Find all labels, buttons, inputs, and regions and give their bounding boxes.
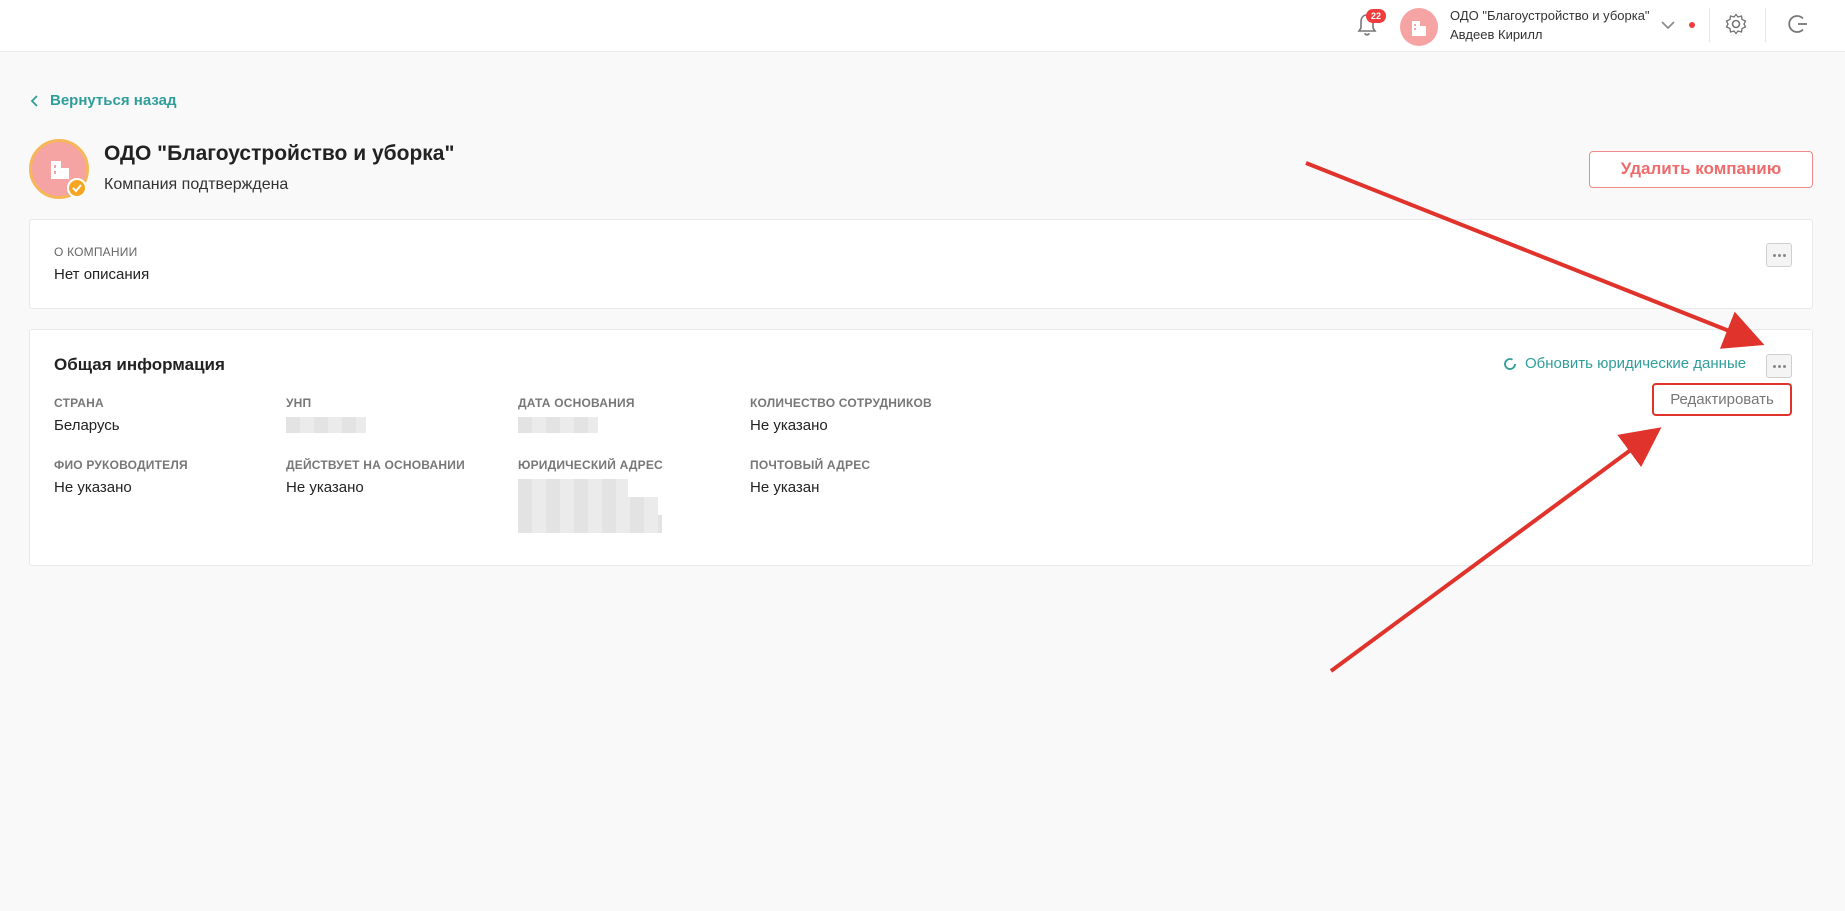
field-value: Не указано <box>286 479 364 496</box>
redacted-value <box>518 497 658 515</box>
redacted-value <box>518 417 598 433</box>
back-link[interactable]: Вернуться назад <box>30 92 176 109</box>
user-company: ОДО "Благоустройство и уборка" <box>1450 8 1650 23</box>
notification-badge: 22 <box>1366 9 1386 23</box>
edit-menu-item[interactable]: Редактировать <box>1652 383 1792 416</box>
general-more-button[interactable] <box>1766 354 1792 378</box>
about-label: О компании <box>54 245 138 259</box>
field-postal-address: Почтовый адрес Не указан <box>750 458 870 497</box>
field-label: Юридический адрес <box>518 458 663 472</box>
about-value: Нет описания <box>54 266 150 283</box>
verified-badge-icon <box>67 178 87 198</box>
user-menu[interactable]: ОДО "Благоустройство и уборка" Авдеев Ки… <box>1400 6 1700 46</box>
field-label: Страна <box>54 396 104 410</box>
refresh-legal-data-label: Обновить юридические данные <box>1525 355 1747 372</box>
field-value: Не указано <box>54 479 132 496</box>
refresh-legal-data-link[interactable]: Обновить юридические данные <box>1503 355 1746 372</box>
field-label: Количество сотрудников <box>750 396 932 410</box>
redacted-value <box>286 417 366 433</box>
about-card: О компании Нет описания <box>29 219 1813 309</box>
user-avatar <box>1400 8 1438 46</box>
about-more-button[interactable] <box>1766 243 1792 267</box>
divider <box>1765 8 1766 42</box>
refresh-icon <box>1504 357 1516 370</box>
redacted-value <box>518 515 662 533</box>
field-label: Дата основания <box>518 396 635 410</box>
gear-icon[interactable] <box>1724 12 1748 36</box>
divider <box>1709 8 1710 42</box>
field-value: Не указано <box>750 417 828 434</box>
company-title: ОДО "Благоустройство и уборка" <box>104 142 455 165</box>
field-employees: Количество сотрудников Не указано <box>750 396 932 435</box>
field-label: УНП <box>286 396 312 410</box>
redacted-value <box>518 479 628 497</box>
field-founded: Дата основания <box>518 396 635 433</box>
user-name: Авдеев Кирилл <box>1450 27 1543 42</box>
general-info-title: Общая информация <box>54 355 225 374</box>
building-icon <box>1412 21 1426 36</box>
delete-company-button[interactable]: Удалить компанию <box>1589 151 1813 188</box>
field-director: ФИО руководителя Не указано <box>54 458 188 497</box>
field-basis: Действует на основании Не указано <box>286 458 465 497</box>
field-legal-address: Юридический адрес <box>518 458 663 533</box>
top-bar: 22 ОДО "Благоустройство и уборка" Авдеев… <box>0 0 1845 52</box>
field-label: Почтовый адрес <box>750 458 871 472</box>
field-value: Беларусь <box>54 417 120 434</box>
field-country: Страна Беларусь <box>54 396 120 435</box>
field-unp: УНП <box>286 396 366 433</box>
logout-icon[interactable] <box>1786 12 1810 36</box>
field-label: ФИО руководителя <box>54 458 188 472</box>
chevron-left-icon <box>30 94 38 107</box>
field-value: Не указан <box>750 479 820 496</box>
building-icon <box>51 161 69 179</box>
back-link-label: Вернуться назад <box>50 92 177 109</box>
chevron-down-icon[interactable] <box>1660 18 1676 30</box>
field-label: Действует на основании <box>286 458 465 472</box>
company-status: Компания подтверждена <box>104 176 289 193</box>
status-dot <box>1689 22 1695 28</box>
general-info-card: Общая информация Обновить юридические да… <box>29 329 1813 566</box>
